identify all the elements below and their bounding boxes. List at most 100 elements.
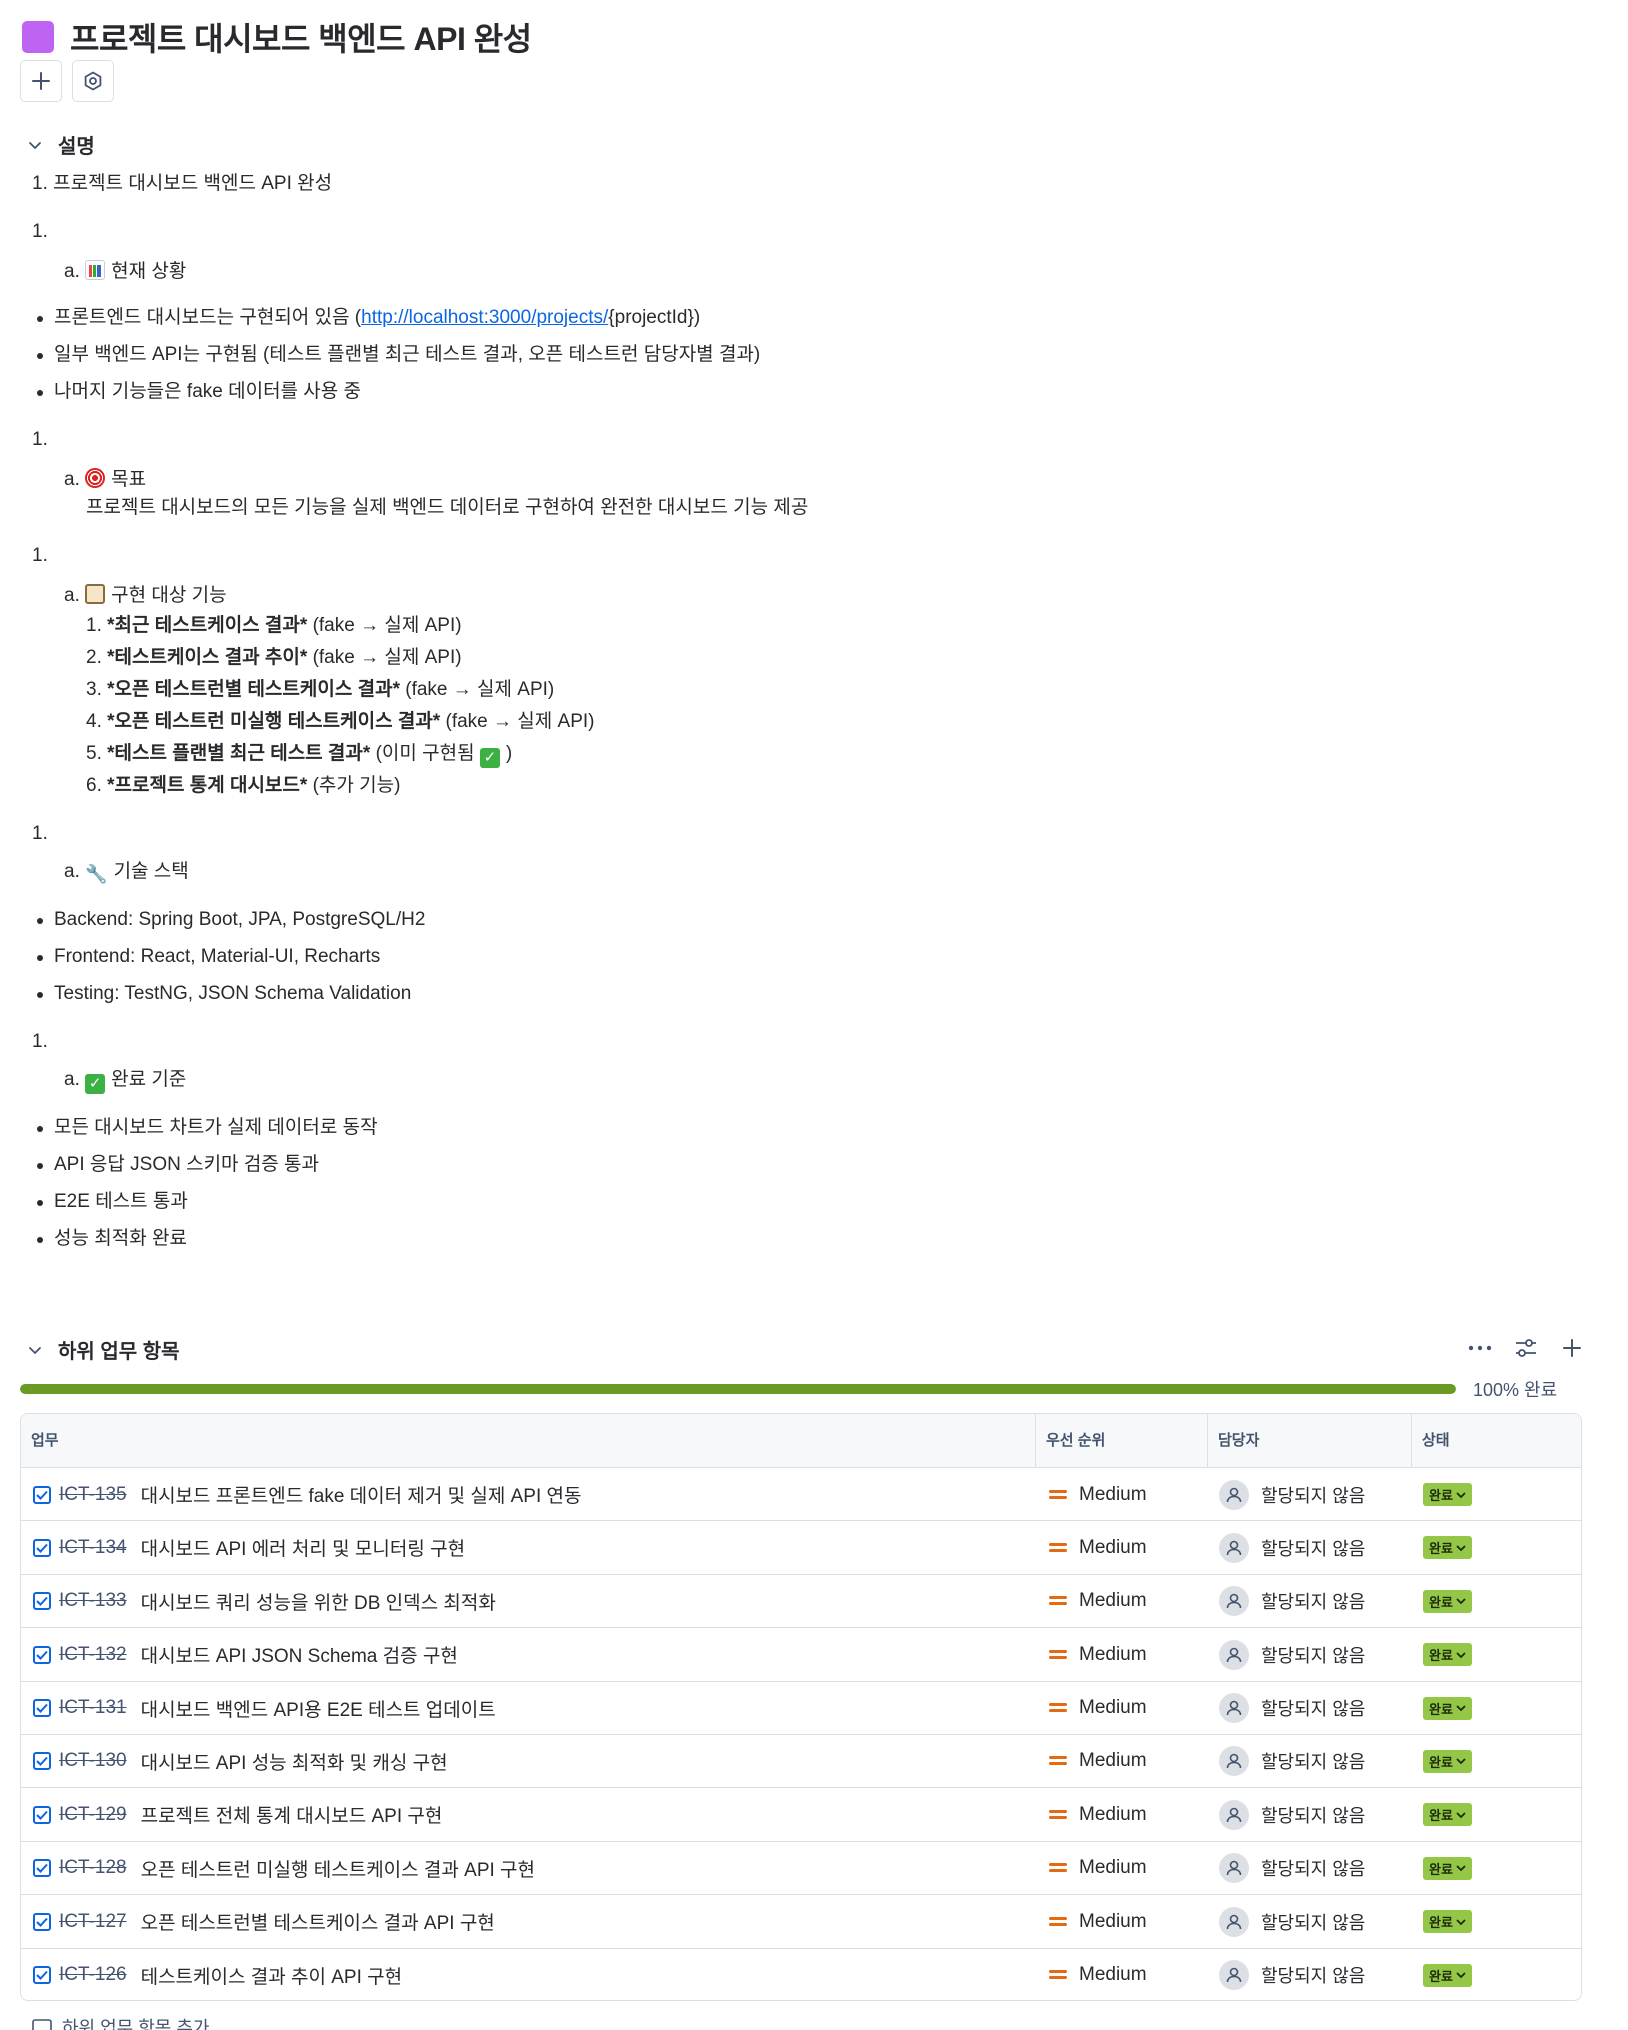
- priority-cell[interactable]: Medium: [1049, 1468, 1209, 1521]
- issue-key-link[interactable]: ICT-127: [59, 1911, 127, 1933]
- priority-cell[interactable]: Medium: [1049, 1788, 1209, 1841]
- issue-key-link[interactable]: ICT-133: [59, 1590, 127, 1612]
- more-options-button[interactable]: [1463, 1331, 1497, 1365]
- checkbox-checked-icon[interactable]: [33, 1912, 51, 1931]
- assignee-cell[interactable]: 할당되지 않음: [1219, 1949, 1414, 2000]
- checkbox-checked-icon[interactable]: [33, 1592, 51, 1611]
- issue-summary-link[interactable]: 대시보드 쿼리 성능을 위한 DB 인덱스 최적화: [141, 1588, 496, 1615]
- checkbox-checked-icon[interactable]: [33, 1538, 51, 1557]
- work-cell: ICT-126 테스트케이스 결과 추이 API 구현: [33, 1949, 1033, 2000]
- priority-cell[interactable]: Medium: [1049, 1682, 1209, 1735]
- issue-summary-link[interactable]: 오픈 테스트런별 테스트케이스 결과 API 구현: [141, 1908, 495, 1935]
- table-row[interactable]: ICT-133 대시보드 쿼리 성능을 위한 DB 인덱스 최적화 Medium…: [21, 1575, 1581, 1629]
- issue-summary-link[interactable]: 프로젝트 전체 통계 대시보드 API 구현: [141, 1801, 443, 1828]
- issue-summary-link[interactable]: 대시보드 API 성능 최적화 및 캐싱 구현: [141, 1748, 448, 1775]
- status-dropdown[interactable]: 완료: [1423, 1856, 1472, 1880]
- add-button[interactable]: [20, 60, 62, 102]
- assignee-cell[interactable]: 할당되지 않음: [1219, 1628, 1414, 1681]
- priority-label: Medium: [1079, 1643, 1147, 1665]
- plus-icon: [1563, 1339, 1581, 1357]
- filter-button[interactable]: [1509, 1331, 1543, 1365]
- table-row[interactable]: ICT-128 오픈 테스트런 미실행 테스트케이스 결과 API 구현 Med…: [21, 1842, 1581, 1896]
- chevron-down-icon: [22, 132, 48, 158]
- checkbox-checked-icon[interactable]: [33, 1485, 51, 1504]
- issue-key-link[interactable]: ICT-131: [59, 1697, 127, 1719]
- checkbox-checked-icon[interactable]: [33, 1699, 51, 1718]
- issue-summary-link[interactable]: 오픈 테스트런 미실행 테스트케이스 결과 API 구현: [141, 1855, 535, 1882]
- checkbox-checked-icon[interactable]: [33, 1645, 51, 1664]
- issue-key-link[interactable]: ICT-135: [59, 1484, 127, 1506]
- issue-key-link[interactable]: ICT-132: [59, 1644, 127, 1666]
- status-dropdown[interactable]: 완료: [1423, 1803, 1472, 1827]
- status-dropdown[interactable]: 완료: [1423, 1536, 1472, 1560]
- status-dropdown[interactable]: 완료: [1423, 1643, 1472, 1667]
- page-title[interactable]: 프로젝트 대시보드 백엔드 API 완성: [70, 14, 532, 60]
- issue-summary-link[interactable]: 테스트케이스 결과 추이 API 구현: [141, 1962, 403, 1989]
- assignee-cell[interactable]: 할당되지 않음: [1219, 1521, 1414, 1574]
- status-dropdown[interactable]: 완료: [1423, 1749, 1472, 1773]
- table-row[interactable]: ICT-131 대시보드 백엔드 API용 E2E 테스트 업데이트 Mediu…: [21, 1682, 1581, 1735]
- issue-key-link[interactable]: ICT-134: [59, 1537, 127, 1559]
- checkbox-checked-icon[interactable]: [33, 1859, 51, 1878]
- table-row[interactable]: ICT-130 대시보드 API 성능 최적화 및 캐싱 구현 Medium 할…: [21, 1735, 1581, 1789]
- avatar: [1219, 1799, 1249, 1830]
- issue-key-link[interactable]: ICT-129: [59, 1804, 127, 1826]
- table-row[interactable]: ICT-126 테스트케이스 결과 추이 API 구현 Medium 할당되지 …: [21, 1949, 1581, 2000]
- table-row[interactable]: ICT-134 대시보드 API 에러 처리 및 모니터링 구현 Medium …: [21, 1521, 1581, 1575]
- checkbox-checked-icon[interactable]: [33, 1805, 51, 1824]
- assignee-cell[interactable]: 할당되지 않음: [1219, 1895, 1414, 1948]
- issue-key-link[interactable]: ICT-126: [59, 1964, 127, 1986]
- column-header-work[interactable]: 업무: [21, 1414, 1036, 1468]
- table-row[interactable]: ICT-129 프로젝트 전체 통계 대시보드 API 구현 Medium 할당…: [21, 1788, 1581, 1842]
- issue-key-link[interactable]: ICT-128: [59, 1857, 127, 1879]
- desc-subheading: a. 구현 대상 기능: [64, 584, 227, 606]
- table-row[interactable]: ICT-132 대시보드 API JSON Schema 검증 구현 Mediu…: [21, 1628, 1581, 1682]
- priority-cell[interactable]: Medium: [1049, 1949, 1209, 2000]
- assignee-cell[interactable]: 할당되지 않음: [1219, 1575, 1414, 1628]
- subtasks-heading[interactable]: 하위 업무 항목: [22, 1335, 180, 1364]
- column-header-status[interactable]: 상태: [1412, 1414, 1581, 1468]
- assignee-cell[interactable]: 할당되지 않음: [1219, 1468, 1414, 1521]
- priority-cell[interactable]: Medium: [1049, 1842, 1209, 1895]
- subtask-icon: [32, 2019, 52, 2030]
- add-subtask-link[interactable]: 하위 업무 항목 추가: [32, 2014, 209, 2030]
- add-subtask-button[interactable]: [1555, 1331, 1589, 1365]
- priority-label: Medium: [1079, 1803, 1147, 1825]
- assignee-cell[interactable]: 할당되지 않음: [1219, 1735, 1414, 1788]
- table-row[interactable]: ICT-135 대시보드 프론트엔드 fake 데이터 제거 및 실제 API …: [21, 1468, 1581, 1522]
- table-row[interactable]: ICT-127 오픈 테스트런별 테스트케이스 결과 API 구현 Medium…: [21, 1895, 1581, 1949]
- issue-summary-link[interactable]: 대시보드 API 에러 처리 및 모니터링 구현: [141, 1534, 466, 1561]
- issue-summary-link[interactable]: 대시보드 백엔드 API용 E2E 테스트 업데이트: [141, 1695, 496, 1722]
- apps-button[interactable]: [72, 60, 114, 102]
- issue-summary-link[interactable]: 대시보드 프론트엔드 fake 데이터 제거 및 실제 API 연동: [141, 1481, 582, 1508]
- checkbox-checked-icon[interactable]: [33, 1752, 51, 1771]
- priority-cell[interactable]: Medium: [1049, 1895, 1209, 1948]
- priority-cell[interactable]: Medium: [1049, 1575, 1209, 1628]
- priority-cell[interactable]: Medium: [1049, 1735, 1209, 1788]
- feature-item: 5. *테스트 플랜별 최근 테스트 결과* (이미 구현됨 ✓): [86, 743, 513, 768]
- desc-bullet: 일부 백엔드 API는 구현됨 (테스트 플랜별 최근 테스트 결과, 오픈 테…: [36, 344, 761, 365]
- status-dropdown[interactable]: 완료: [1423, 1910, 1472, 1934]
- localhost-link[interactable]: http://localhost:3000/projects/: [361, 307, 608, 328]
- chevron-down-icon: [1456, 1705, 1466, 1712]
- assignee-cell[interactable]: 할당되지 않음: [1219, 1842, 1414, 1895]
- status-dropdown[interactable]: 완료: [1423, 1483, 1472, 1506]
- column-header-priority[interactable]: 우선 순위: [1036, 1414, 1208, 1468]
- desc-subheading: a. ✓ 완료 기준: [64, 1069, 187, 1094]
- checkbox-checked-icon[interactable]: [33, 1966, 51, 1985]
- user-icon: [1226, 1647, 1242, 1662]
- priority-cell[interactable]: Medium: [1049, 1521, 1209, 1574]
- issue-summary-link[interactable]: 대시보드 API JSON Schema 검증 구현: [141, 1641, 458, 1668]
- assignee-cell[interactable]: 할당되지 않음: [1219, 1682, 1414, 1735]
- issue-key-link[interactable]: ICT-130: [59, 1750, 127, 1772]
- assignee-label: 할당되지 않음: [1261, 1645, 1366, 1666]
- status-dropdown[interactable]: 완료: [1423, 1963, 1472, 1987]
- description-heading[interactable]: 설명: [22, 130, 95, 159]
- column-header-assignee[interactable]: 담당자: [1208, 1414, 1412, 1468]
- status-dropdown[interactable]: 완료: [1423, 1589, 1472, 1613]
- status-dropdown[interactable]: 완료: [1423, 1696, 1472, 1720]
- priority-cell[interactable]: Medium: [1049, 1628, 1209, 1681]
- assignee-cell[interactable]: 할당되지 않음: [1219, 1788, 1414, 1841]
- plus-icon: [32, 72, 50, 90]
- priority-medium-icon: [1049, 1809, 1067, 1821]
